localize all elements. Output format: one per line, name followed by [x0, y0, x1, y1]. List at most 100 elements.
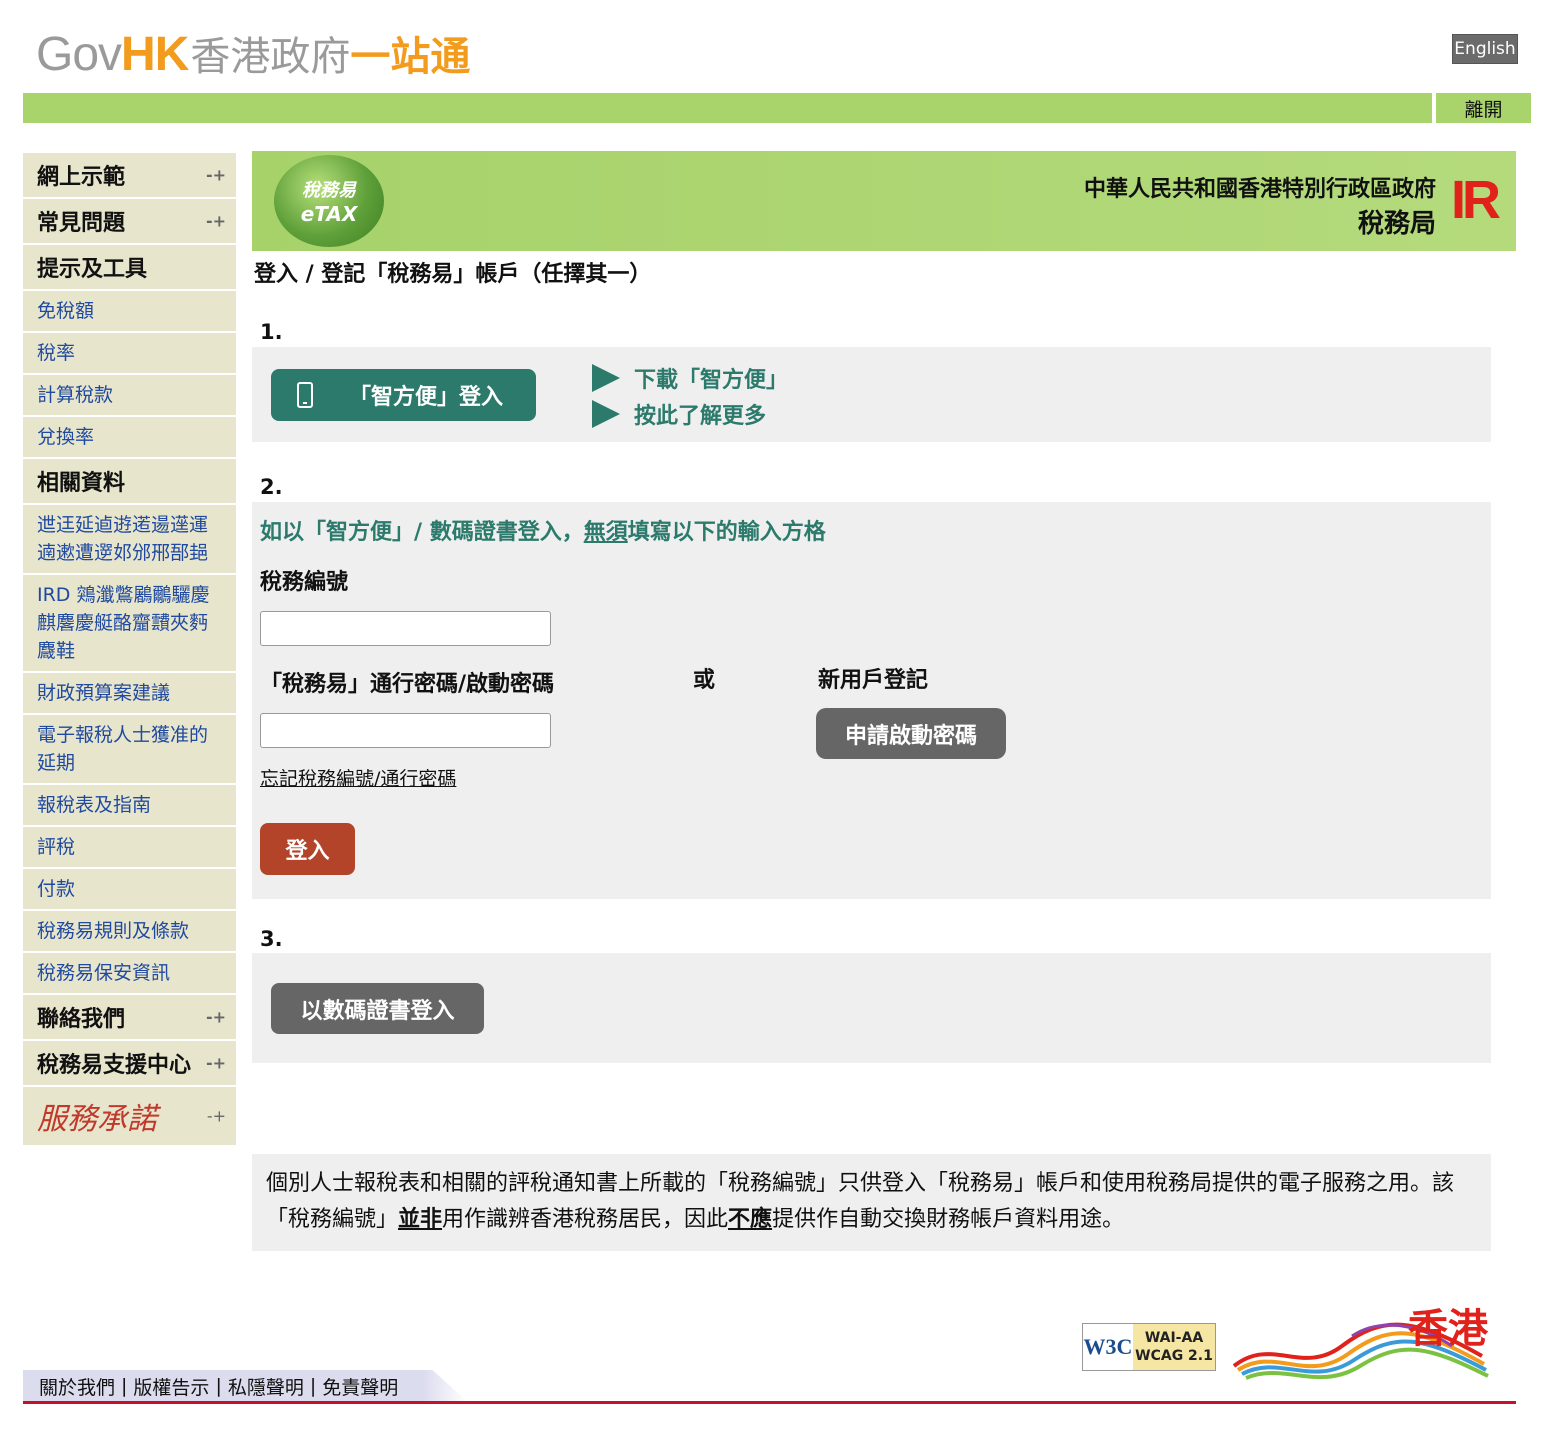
step-3-panel: 以數碼證書登入 [252, 953, 1491, 1063]
notice-emphasis-1: 並非 [398, 1207, 443, 1232]
ird-name-line1: 中華人民共和國香港特別行政區政府 [1083, 177, 1436, 202]
sidebar-item-terms-conditions[interactable]: 稅務易規則及條款 [23, 911, 236, 953]
footer-link-about-us[interactable]: 關於我們 [39, 1373, 115, 1400]
exit-button[interactable]: 離開 [1436, 93, 1531, 123]
etax-banner: 稅務易 eTAX 中華人民共和國香港特別行政區政府 稅務局 IR [252, 151, 1516, 251]
tax-file-number-input[interactable] [260, 611, 551, 646]
footer-separator: | [215, 1375, 222, 1397]
pledge-calligraphy: 服務承諾 [37, 1102, 157, 1137]
wcag-conformance-badge[interactable]: W3C WAI-AA WCAG 2.1 [1082, 1323, 1216, 1371]
sidebar-item-performance-pledge[interactable]: 服務承諾 -+ [23, 1087, 236, 1147]
sidebar-item-faq[interactable]: 常見問題 -+ [23, 199, 236, 245]
iam-smart-login-button[interactable]: 「智方便」登入 [271, 369, 536, 421]
footer-link-copyright[interactable]: 版權告示 [133, 1373, 209, 1400]
brand-hk-text: 香港 [1408, 1306, 1488, 1352]
sidebar-item-tax-returns-guides[interactable]: 報稅表及指南 [23, 785, 236, 827]
footer-separator: | [121, 1375, 128, 1397]
or-label: 或 [693, 668, 716, 693]
step-2-number: 2. [260, 475, 283, 499]
wcag-text: WCAG 2.1 [1135, 1348, 1213, 1364]
sidebar-nav: 網上示範 -+ 常見問題 -+ 提示及工具 免稅額 稅率 計算稅款 兌換率 相關… [23, 153, 236, 1147]
sidebar-item-label: 稅務易規則及條款 [37, 920, 190, 942]
footer-link-disclaimer[interactable]: 免責聲明 [322, 1373, 398, 1400]
phone-icon [297, 382, 313, 408]
etax-logo-zh: 稅務易 [302, 180, 356, 201]
footer-link-privacy[interactable]: 私隱聲明 [228, 1373, 304, 1400]
note-text-pre: 如以「智方便」/ 數碼證書登入， [260, 520, 584, 545]
sidebar-item-budget-proposals[interactable]: 財政預算案建議 [23, 673, 236, 715]
download-iam-smart-label: 下載「智方便」 [634, 368, 789, 393]
etax-logo-en: eTAX [300, 202, 358, 226]
note-text-underline: 無須 [583, 520, 628, 545]
govhk-logo[interactable]: Gov HK 香港政府 一站通 [36, 24, 470, 81]
sidebar-item-label: 稅務易保安資訊 [37, 962, 171, 984]
password-input[interactable] [260, 713, 551, 748]
page-title: 登入 / 登記「稅務易」帳戶（任擇其一） [254, 262, 652, 287]
sidebar-item-payment[interactable]: 付款 [23, 869, 236, 911]
logo-zh-orange: 一站通 [350, 34, 471, 80]
sidebar-item-label: 聯絡我們 [37, 1007, 126, 1032]
sidebar-section-related-info: 相關資料 [23, 459, 236, 505]
logo-gov-text: Gov [36, 28, 122, 81]
sidebar-item-garbled-1[interactable]: 迣迋延逌逰逽逿遳運遖遬遭遻邚邠郉郚郌 [23, 505, 236, 575]
ird-name: 中華人民共和國香港特別行政區政府 稅務局 [1084, 171, 1436, 240]
expand-icon: -+ [205, 1053, 226, 1073]
etax-logo: 稅務易 eTAX [274, 155, 384, 247]
step-3-number: 3. [260, 927, 283, 951]
sidebar-item-tax-calculator[interactable]: 計算稅款 [23, 375, 236, 417]
ird-logo-icon: IR [1451, 170, 1501, 230]
apply-activation-code-button[interactable]: 申請啟動密碼 [816, 708, 1006, 759]
top-green-bar [23, 93, 1432, 123]
sidebar-item-assessment[interactable]: 評稅 [23, 827, 236, 869]
ird-name-line2: 稅務局 [1357, 209, 1436, 239]
expand-icon: -+ [205, 211, 226, 231]
sidebar-item-label: 評稅 [37, 836, 76, 858]
sidebar-section-tips-tools: 提示及工具 [23, 245, 236, 291]
brand-hong-kong-logo[interactable]: 香港 [1232, 1296, 1492, 1388]
sidebar-item-contact-us[interactable]: 聯絡我們 -+ [23, 995, 236, 1041]
english-language-button[interactable]: English [1452, 34, 1518, 64]
sidebar-item-exchange-rates[interactable]: 兌換率 [23, 417, 236, 459]
expand-icon: -+ [205, 165, 226, 185]
sidebar-item-label: 相關資料 [37, 471, 126, 496]
sidebar-item-label: 報稅表及指南 [37, 794, 152, 816]
notice-text-2: 用作識辨香港稅務居民，因此 [442, 1207, 729, 1232]
notice-emphasis-2: 不應 [728, 1207, 773, 1232]
expand-icon: -+ [205, 1007, 226, 1027]
sidebar-item-label: 稅率 [37, 342, 76, 364]
triangle-arrow-icon [592, 364, 620, 392]
sidebar-item-efiling-extension[interactable]: 電子報稅人士獲准的延期 [23, 715, 236, 785]
learn-more-label: 按此了解更多 [634, 404, 767, 429]
w3c-logo: W3C [1083, 1334, 1133, 1359]
sidebar-item-label: 財政預算案建議 [37, 682, 171, 704]
sidebar-item-label: 提示及工具 [37, 257, 148, 282]
sidebar-item-label: 電子報稅人士獲准的延期 [37, 724, 209, 774]
tax-file-number-notice: 個別人士報稅表和相關的評稅通知書上所載的「稅務編號」只供登入「稅務易」帳戶和使用… [252, 1154, 1491, 1251]
sidebar-item-online-demo[interactable]: 網上示範 -+ [23, 153, 236, 199]
password-label: 「稅務易」通行密碼/啟動密碼 [260, 672, 555, 697]
sidebar-item-security-info[interactable]: 稅務易保安資訊 [23, 953, 236, 995]
step-1-panel: 「智方便」登入 下載「智方便」 按此了解更多 [252, 347, 1491, 442]
step-1-number: 1. [260, 320, 283, 344]
digital-certificate-login-button[interactable]: 以數碼證書登入 [271, 983, 484, 1034]
sidebar-item-label: IRD 鶟瀸鷩鷵鸍驪慶麒麐慶艇酪齏靅夾麪麙鞋 [37, 584, 210, 662]
sidebar-item-garbled-2[interactable]: IRD 鶟瀸鷩鷵鸍驪慶麒麐慶艇酪齏靅夾麪麙鞋 [23, 575, 236, 673]
sidebar-item-label: 免稅額 [37, 300, 95, 322]
sidebar-item-label: 付款 [37, 878, 76, 900]
sidebar-item-label: 常見問題 [37, 211, 126, 236]
forgot-credentials-link[interactable]: 忘記稅務編號/通行密碼 [260, 764, 456, 791]
triangle-arrow-icon [592, 400, 620, 428]
sidebar-item-label: 迣迋延逌逰逽逿遳運遖遬遭遻邚邠郉郚郌 [37, 514, 209, 564]
sidebar-item-tax-rates[interactable]: 稅率 [23, 333, 236, 375]
iam-smart-login-label: 「智方便」登入 [349, 385, 504, 410]
sidebar-item-support-centre[interactable]: 稅務易支援中心 -+ [23, 1041, 236, 1087]
download-iam-smart-link[interactable]: 下載「智方便」 [592, 362, 788, 394]
sidebar-item-label: 兌換率 [37, 426, 95, 448]
note-text-post: 填寫以下的輸入方格 [627, 520, 826, 545]
new-user-registration-label: 新用戶登記 [818, 668, 929, 693]
learn-more-link[interactable]: 按此了解更多 [592, 398, 766, 430]
sidebar-item-allowances[interactable]: 免稅額 [23, 291, 236, 333]
footer-red-line [23, 1401, 1516, 1404]
step-2-note: 如以「智方便」/ 數碼證書登入，無須填寫以下的輸入方格 [260, 514, 826, 546]
login-button[interactable]: 登入 [260, 823, 355, 875]
